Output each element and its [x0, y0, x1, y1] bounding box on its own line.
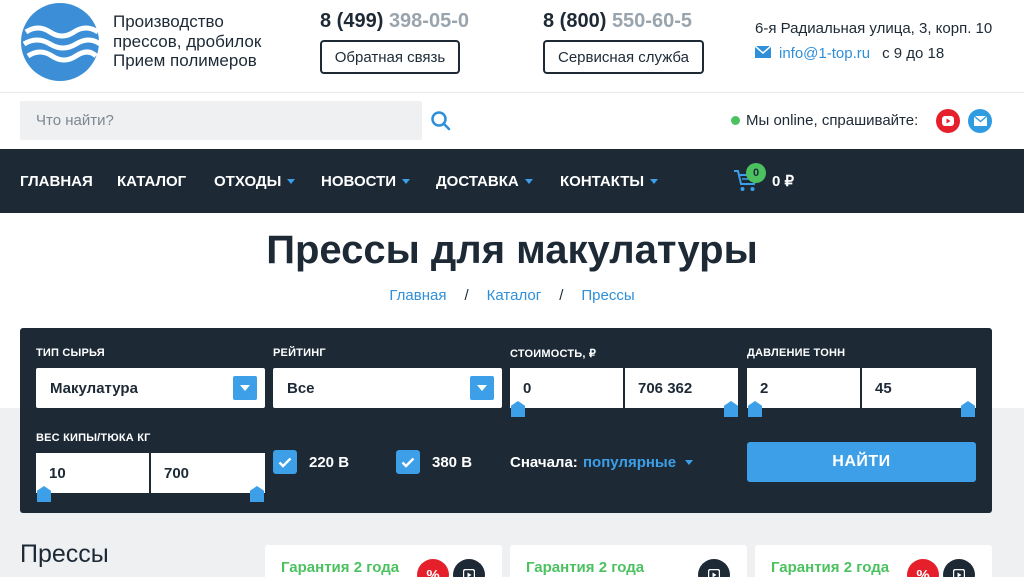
chevron-down-icon	[470, 376, 494, 400]
checkbox-380v[interactable]	[396, 450, 420, 474]
price-label: СТОИМОСТЬ, ₽	[510, 348, 597, 360]
chevron-down-icon	[650, 178, 659, 184]
phone-number: 398-05-0	[388, 10, 469, 32]
breadcrumb-separator: /	[559, 287, 564, 304]
raw-type-value: Макулатура	[50, 379, 138, 397]
nav-label: КАТАЛОГ	[117, 172, 187, 190]
phone-number: 550-60-5	[611, 10, 692, 32]
checkbox-220v[interactable]	[273, 450, 297, 474]
rating-value: Все	[287, 379, 315, 397]
nav-label: НОВОСТИ	[321, 172, 397, 190]
phone-code: 8 (499)	[320, 10, 384, 32]
nav-label: ГЛАВНАЯ	[20, 172, 93, 190]
main-nav: ГЛАВНАЯ КАТАЛОГ ОТХОДЫ НОВОСТИ ДОСТАВКА …	[0, 149, 1024, 213]
envelope-icon	[754, 45, 772, 62]
company-tagline: Производство прессов, дробилок Прием пол…	[113, 12, 261, 71]
find-button[interactable]: НАЙТИ	[747, 442, 976, 482]
sort-value: популярные	[583, 454, 677, 471]
address: 6-я Радиальная улица, 3, корп. 10	[755, 20, 993, 37]
search-icon[interactable]	[430, 110, 452, 132]
online-text: Мы online, спрашивайте:	[746, 112, 919, 129]
pressure-max-input[interactable]: 45	[862, 368, 976, 408]
page-title: Прессы для макулатуры	[266, 228, 758, 272]
video-play-icon[interactable]	[698, 559, 730, 577]
price-min-input[interactable]: 0	[510, 368, 623, 408]
chevron-down-icon	[402, 178, 411, 184]
online-dot-icon	[731, 116, 740, 125]
breadcrumb-presses[interactable]: Прессы	[581, 287, 634, 304]
check-icon	[278, 457, 292, 468]
check-icon	[401, 457, 415, 468]
company-logo[interactable]	[20, 2, 102, 82]
product-card[interactable]: Гарантия 2 года %	[265, 545, 502, 577]
bale-max-input[interactable]: 700	[151, 453, 265, 493]
warranty-badge: Гарантия 2 года	[526, 559, 645, 576]
contact-row: info@1-top.ru с 9 до 18	[754, 45, 945, 62]
nav-item-contacts[interactable]: КОНТАКТЫ	[560, 149, 659, 213]
breadcrumb-home[interactable]: Главная	[389, 287, 446, 304]
checkbox-380v-label[interactable]: 380 В	[432, 454, 472, 471]
pressure-label: ДАВЛЕНИЕ ТОНН	[747, 347, 846, 359]
video-play-icon[interactable]	[943, 559, 975, 577]
breadcrumb-separator: /	[464, 287, 469, 304]
bale-weight-label: ВЕС КИПЫ/ТЮКА КГ	[36, 432, 151, 444]
chevron-down-icon	[524, 178, 533, 184]
tagline-line: Производство	[113, 12, 224, 31]
video-play-icon[interactable]	[453, 559, 485, 577]
cart-count-badge: 0	[746, 163, 766, 183]
nav-label: ДОСТАВКА	[436, 172, 519, 190]
sort-label: Сначала:	[510, 454, 578, 471]
phone-tollfree[interactable]: 8 (800) 550-60-5	[543, 10, 706, 33]
nav-item-home[interactable]: ГЛАВНАЯ	[20, 149, 93, 213]
raw-type-select[interactable]: Макулатура	[36, 368, 265, 408]
warranty-badge: Гарантия 2 года	[771, 559, 890, 576]
chevron-down-icon	[233, 376, 257, 400]
section-title: Прессы	[20, 540, 109, 568]
checkbox-220v-label[interactable]: 220 В	[309, 454, 349, 471]
discount-badge: %	[907, 559, 939, 577]
phone-moscow[interactable]: 8 (499) 398-05-0	[320, 10, 483, 33]
feedback-button[interactable]: Обратная связь	[320, 40, 460, 74]
work-hours: с 9 до 18	[882, 45, 945, 62]
pressure-min-input[interactable]: 2	[747, 368, 860, 408]
breadcrumb: Главная / Каталог / Прессы	[0, 287, 1024, 304]
nav-label: ОТХОДЫ	[214, 172, 282, 190]
product-card[interactable]: Гарантия 2 года	[510, 545, 747, 577]
email-link[interactable]: info@1-top.ru	[779, 45, 870, 62]
youtube-icon[interactable]	[936, 109, 960, 133]
warranty-badge: Гарантия 2 года	[281, 559, 400, 576]
cart-total[interactable]: 0 ₽	[772, 149, 794, 213]
tagline-line: Прием полимеров	[113, 51, 257, 70]
bale-min-input[interactable]: 10	[36, 453, 149, 493]
online-status: Мы online, спрашивайте:	[731, 112, 918, 129]
nav-item-catalog[interactable]: КАТАЛОГ	[117, 149, 186, 213]
price-max-input[interactable]: 706 362	[625, 368, 738, 408]
rating-select[interactable]: Все	[273, 368, 502, 408]
chevron-down-icon	[685, 460, 694, 465]
tagline-line: прессов, дробилок	[113, 31, 262, 51]
service-button[interactable]: Сервисная служба	[543, 40, 704, 74]
phone-code: 8 (800)	[543, 10, 607, 32]
nav-item-delivery[interactable]: ДОСТАВКА	[436, 149, 533, 213]
raw-type-label: ТИП СЫРЬЯ	[36, 347, 105, 359]
chevron-down-icon	[287, 178, 296, 184]
nav-item-waste[interactable]: ОТХОДЫ	[214, 149, 296, 213]
nav-label: КОНТАКТЫ	[560, 172, 645, 190]
breadcrumb-catalog[interactable]: Каталог	[487, 287, 542, 304]
sort-dropdown[interactable]: популярные	[583, 454, 694, 471]
mail-icon[interactable]	[968, 109, 992, 133]
product-card[interactable]: Гарантия 2 года %	[755, 545, 992, 577]
nav-item-news[interactable]: НОВОСТИ	[321, 149, 411, 213]
rating-label: РЕЙТИНГ	[273, 347, 326, 359]
header-divider	[0, 92, 1024, 93]
discount-badge: %	[417, 559, 449, 577]
search-input[interactable]	[20, 101, 422, 140]
